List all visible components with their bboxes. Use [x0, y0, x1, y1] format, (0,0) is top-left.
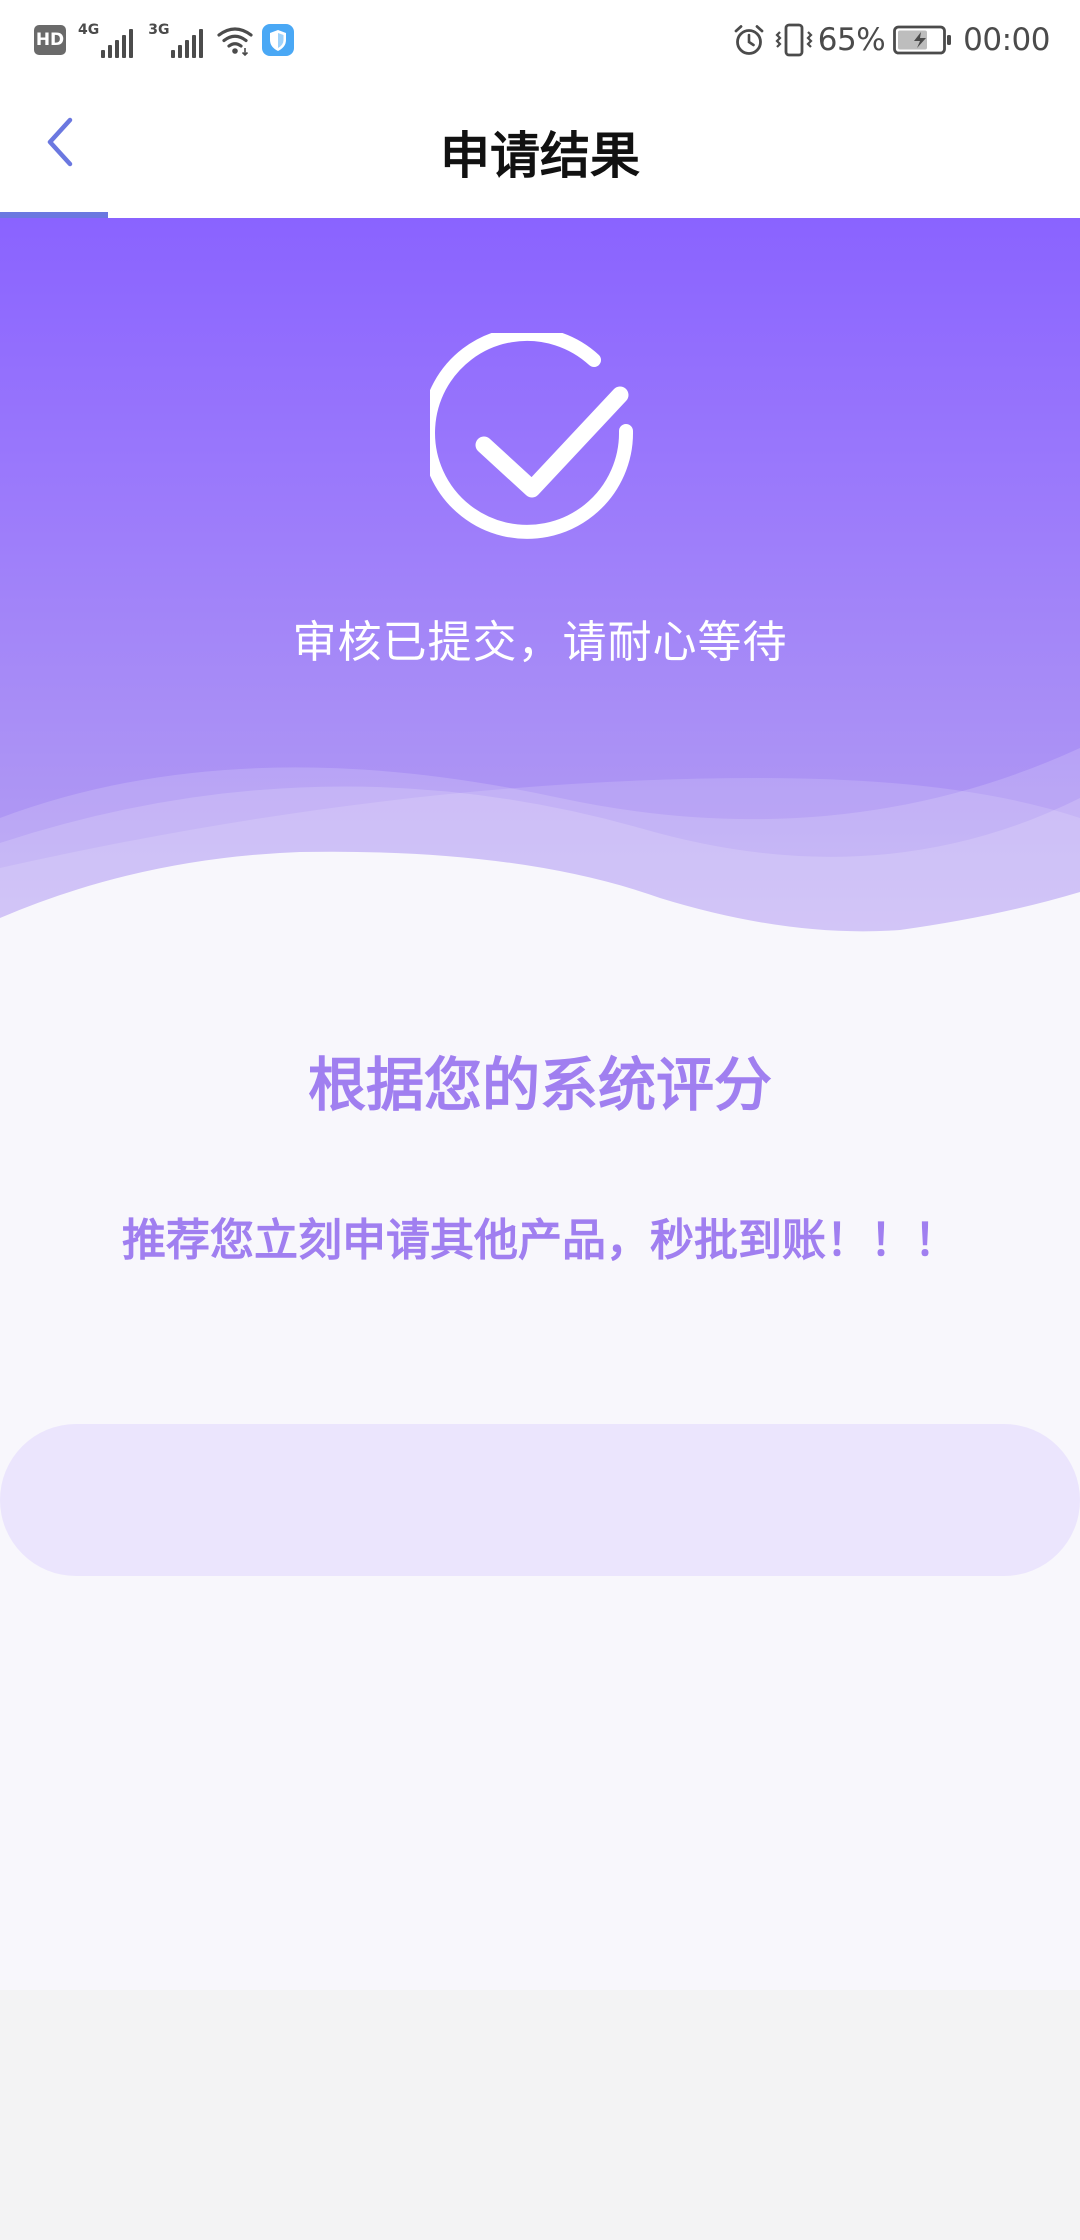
battery-percentage: 65% — [817, 22, 886, 58]
status-bar-left: HD 4G 3G — [34, 20, 295, 60]
network-type-label: 4G — [78, 22, 100, 38]
page-title: 申请结果 — [440, 127, 640, 185]
status-clock: 00:00 — [963, 22, 1050, 58]
network-signal-2: 3G — [148, 22, 206, 58]
hero-banner: 审核已提交，请耐心等待 — [0, 218, 1080, 938]
nav-bar: 申请结果 — [0, 80, 1080, 218]
apply-button[interactable] — [0, 1424, 1080, 1576]
hd-badge: HD — [34, 25, 66, 55]
wave-decoration — [0, 748, 1080, 938]
network-type-label: 3G — [148, 22, 170, 38]
status-bar-right: 65% 00:00 — [732, 18, 1050, 62]
main-content: 根据您的系统评分 推荐您立刻申请其他产品，秒批到账！！！ — [0, 938, 1080, 1990]
check-circle-icon — [430, 333, 634, 539]
vibrate-icon — [775, 23, 813, 57]
signal-icon — [101, 28, 136, 58]
wifi-icon — [217, 27, 254, 56]
signal-icon — [171, 28, 206, 58]
battery-charging-icon — [893, 25, 952, 55]
shield-app-icon — [262, 24, 295, 56]
status-message: 审核已提交，请耐心等待 — [292, 617, 788, 668]
score-heading: 根据您的系统评分 — [307, 1051, 772, 1119]
status-bar: HD 4G 3G 65% 00:00 — [0, 0, 1080, 80]
screen: HD 4G 3G 65% 00:00 申请结果 审核已提交，请耐心等待 根据您的… — [0, 0, 1080, 2240]
bottom-area — [0, 1990, 1080, 2240]
alarm-icon — [734, 25, 764, 55]
network-signal-1: 4G — [78, 22, 136, 58]
recommendation-text: 推荐您立刻申请其他产品，秒批到账！！！ — [122, 1215, 958, 1266]
